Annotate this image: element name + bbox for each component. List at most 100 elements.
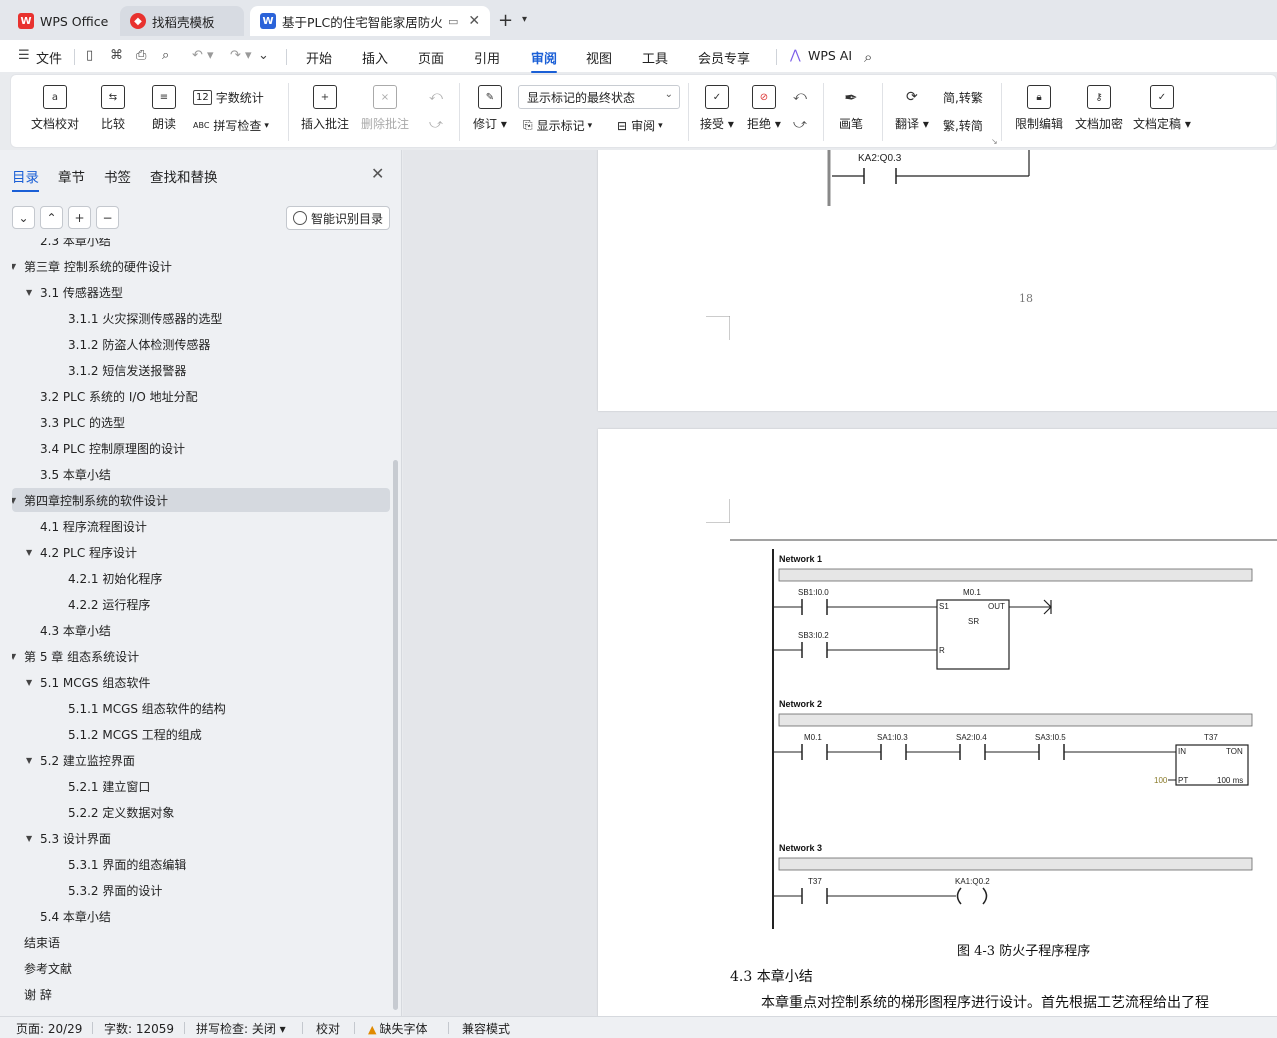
expand-triangle-icon[interactable]: ▼	[26, 548, 38, 557]
tab-find-replace[interactable]: 查找和替换	[150, 166, 218, 186]
accept-button[interactable]: ✓ 接受 ▾	[700, 85, 734, 132]
toc-item[interactable]: 谢 辞	[12, 982, 390, 1006]
read-aloud-button[interactable]: ≡ 朗读	[152, 85, 176, 132]
prev-comment-icon[interactable]: ⤺	[429, 89, 443, 104]
toc-item[interactable]: 5.4 本章小结	[12, 904, 390, 928]
toc-item[interactable]: 5.3.2 界面的设计	[12, 878, 390, 902]
spell-check-button[interactable]: ABC 拼写检查 ▾	[193, 117, 269, 134]
collapse-all-button[interactable]: ⌃	[40, 206, 63, 229]
toc-item[interactable]: 5.2.2 定义数据对象	[12, 800, 390, 824]
expand-triangle-icon[interactable]: ▼	[26, 834, 38, 843]
expand-triangle-icon[interactable]: ▼	[26, 756, 38, 765]
print-preview-icon[interactable]: ⌕	[162, 48, 169, 63]
tab-toc[interactable]: 目录	[12, 166, 39, 192]
monitor-icon[interactable]: ▭	[448, 15, 458, 28]
toc-item[interactable]: ▼第 5 章 组态系统设计	[12, 644, 390, 668]
menu-insert[interactable]: 插入	[362, 48, 388, 67]
expand-triangle-icon[interactable]: ▼	[12, 496, 22, 505]
ink-button[interactable]: ✒ 画笔	[839, 85, 863, 132]
hamburger-icon[interactable]: ☰	[18, 48, 30, 63]
save-icon[interactable]: ▯	[86, 48, 93, 63]
toc-item[interactable]: ▼ 3.1 传感器选型	[12, 280, 390, 304]
toc-item[interactable]: 3.5 本章小结	[12, 462, 390, 486]
menu-wps-ai[interactable]: WPS AI	[808, 48, 852, 63]
close-icon[interactable]: ✕	[468, 13, 480, 29]
search-icon[interactable]: ⌕	[864, 48, 872, 66]
revise-button[interactable]: ✎ 修订 ▾	[473, 85, 507, 132]
missing-font-status[interactable]: ▲ 缺失字体	[368, 1020, 427, 1037]
expand-icon[interactable]: ↘	[991, 137, 998, 146]
menu-view[interactable]: 视图	[586, 48, 612, 67]
expand-triangle-icon[interactable]: ▼	[26, 678, 38, 687]
toc-item[interactable]: 4.3 本章小结	[12, 618, 390, 642]
spell-check-status[interactable]: 拼写检查: 关闭 ▾	[196, 1020, 286, 1037]
review-pane-button[interactable]: ⊟ 审阅 ▾	[617, 117, 663, 134]
word-count-indicator[interactable]: 字数: 12059	[104, 1020, 174, 1037]
tab-bookmarks[interactable]: 书签	[104, 166, 131, 186]
toc-item[interactable]: 4.1 程序流程图设计	[12, 514, 390, 538]
delete-comment-button[interactable]: × 删除批注	[361, 85, 409, 132]
toc-item[interactable]: ▼第四章控制系统的软件设计	[12, 488, 390, 512]
doc-proof-button[interactable]: a 文档校对	[31, 85, 79, 132]
undo-icon[interactable]: ↶ ▾	[192, 48, 214, 63]
finalize-button[interactable]: ✓ 文档定稿 ▾	[1133, 85, 1191, 132]
menu-home[interactable]: 开始	[306, 48, 332, 67]
menu-tools[interactable]: 工具	[642, 48, 668, 67]
expand-all-button[interactable]: ⌄	[12, 206, 35, 229]
reject-button[interactable]: ⊘ 拒绝 ▾	[747, 85, 781, 132]
toc-item[interactable]: 2.3 本章小结	[12, 238, 390, 252]
new-tab-icon[interactable]: +	[498, 10, 513, 31]
tab-document[interactable]: W 基于PLC的住宅智能家居防火防 ▭ ✕	[250, 6, 490, 36]
toc-item[interactable]: 5.3.1 界面的组态编辑	[12, 852, 390, 876]
close-icon[interactable]: ✕	[371, 164, 384, 183]
tab-sections[interactable]: 章节	[58, 166, 85, 186]
expand-triangle-icon[interactable]: ▼	[12, 262, 22, 271]
insert-comment-button[interactable]: + 插入批注	[301, 85, 349, 132]
prev-revision-icon[interactable]: ⤺	[793, 89, 807, 104]
remove-heading-button[interactable]: −	[96, 206, 119, 229]
toc-item[interactable]: ▼第三章 控制系统的硬件设计	[12, 254, 390, 278]
redo-icon[interactable]: ↷ ▾	[230, 48, 252, 63]
toc-item[interactable]: 4.2.1 初始化程序	[12, 566, 390, 590]
proof-status[interactable]: 校对	[316, 1020, 340, 1037]
share-icon[interactable]: ⌘	[110, 48, 123, 63]
menu-reference[interactable]: 引用	[474, 48, 500, 67]
restrict-edit-button[interactable]: 🔒︎ 限制编辑	[1015, 85, 1063, 132]
menu-member[interactable]: 会员专享	[698, 48, 750, 67]
to-traditional-button[interactable]: 简,转繁	[943, 89, 983, 106]
tab-wps-office[interactable]: W WPS Office	[8, 6, 114, 36]
toc-item[interactable]: 3.1.2 防盗人体检测传感器	[12, 332, 390, 356]
toc-item[interactable]: 5.1.2 MCGS 工程的组成	[12, 722, 390, 746]
tab-daoke-template[interactable]: ◆ 找稻壳模板	[120, 6, 244, 36]
chevron-down-icon[interactable]: ⌄	[258, 48, 269, 63]
show-markup-button[interactable]: ⎘ 显示标记 ▾	[523, 117, 592, 134]
word-count-button[interactable]: 12 字数统计	[193, 89, 264, 106]
encrypt-button[interactable]: ⚷ 文档加密	[1075, 85, 1123, 132]
menu-review[interactable]: 审阅	[531, 48, 558, 73]
markup-state-select[interactable]: 显示标记的最终状态 ⌄	[518, 85, 680, 109]
translate-button[interactable]: ⟳ 翻译 ▾	[895, 85, 929, 132]
smart-toc-button[interactable]: 智能识别目录	[286, 206, 390, 230]
chevron-down-icon[interactable]: ▾	[522, 14, 527, 25]
toc-item[interactable]: 3.2 PLC 系统的 I/O 地址分配	[12, 384, 390, 408]
toc-item[interactable]: 3.1.1 火灾探测传感器的选型	[12, 306, 390, 330]
toc-item[interactable]: ▼ 5.1 MCGS 组态软件	[12, 670, 390, 694]
toc-item[interactable]: ▼ 5.3 设计界面	[12, 826, 390, 850]
toc-item[interactable]: ▼ 4.2 PLC 程序设计	[12, 540, 390, 564]
toc-item[interactable]: 参考文献	[12, 956, 390, 980]
toc-item[interactable]: 3.1.2 短信发送报警器	[12, 358, 390, 382]
toc-item[interactable]: 5.2.1 建立窗口	[12, 774, 390, 798]
scrollbar[interactable]	[393, 460, 398, 1010]
menu-page[interactable]: 页面	[418, 48, 444, 67]
expand-triangle-icon[interactable]: ▼	[12, 652, 22, 661]
to-simplified-button[interactable]: 繁,转简	[943, 117, 983, 134]
next-revision-icon[interactable]: ⤻	[793, 117, 807, 132]
toc-item[interactable]: 3.3 PLC 的选型	[12, 410, 390, 434]
add-heading-button[interactable]: +	[68, 206, 91, 229]
menu-file[interactable]: 文件	[36, 48, 62, 67]
expand-triangle-icon[interactable]: ▼	[26, 288, 38, 297]
toc-item[interactable]: 5.1.1 MCGS 组态软件的结构	[12, 696, 390, 720]
toc-item[interactable]: 3.4 PLC 控制原理图的设计	[12, 436, 390, 460]
toc-item[interactable]: ▼ 5.2 建立监控界面	[12, 748, 390, 772]
next-comment-icon[interactable]: ⤻	[429, 117, 443, 132]
